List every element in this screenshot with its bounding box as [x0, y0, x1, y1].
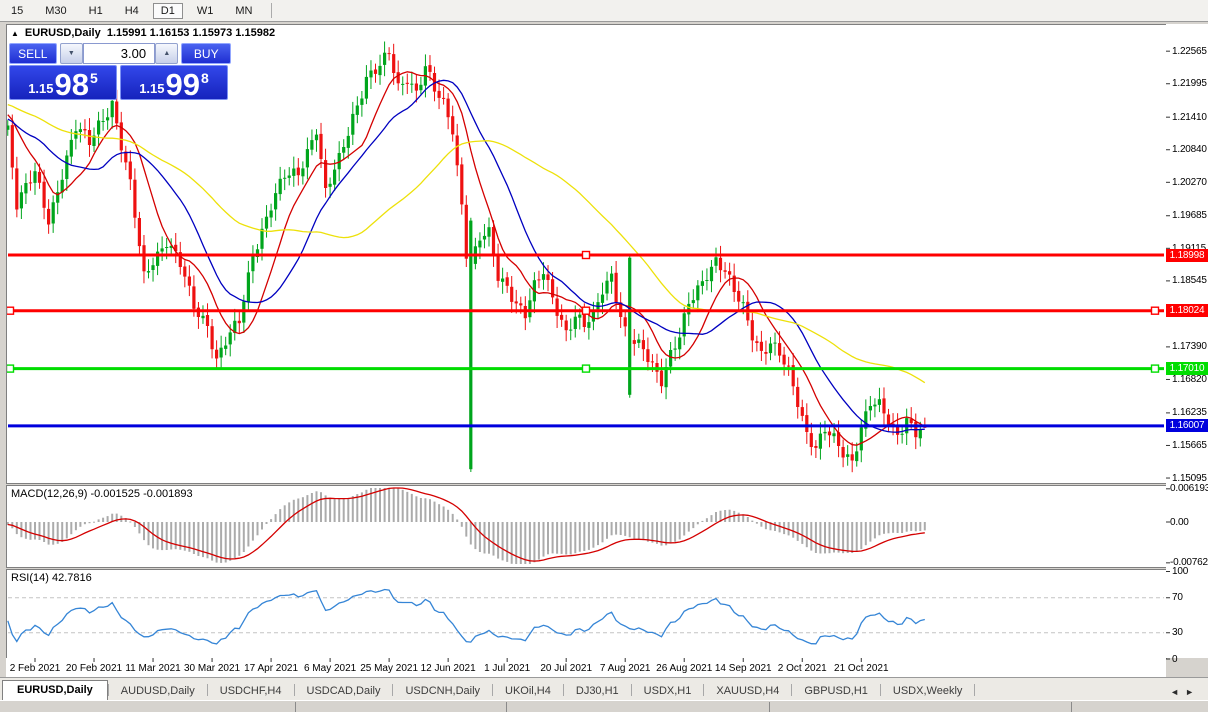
macd-axis-label: 0.006193: [1170, 482, 1208, 495]
chart-tab-usdx[interactable]: USDX,H1: [632, 682, 704, 701]
timeframe-button-h4[interactable]: H4: [117, 3, 147, 19]
chart-tab-xauusd[interactable]: XAUUSD,H4: [704, 682, 791, 701]
date-axis-label: 20 Jul 2021: [540, 663, 592, 674]
date-axis-label: 30 Mar 2021: [184, 663, 240, 674]
date-axis-label: 14 Sep 2021: [715, 663, 772, 674]
tab-scroll-left-icon[interactable]: ◄: [1170, 687, 1185, 697]
price-axis-label: 1.16235: [1172, 406, 1207, 419]
price-axis-label: 1.17390: [1172, 340, 1207, 353]
chart-tab-usdcnh[interactable]: USDCNH,Daily: [393, 682, 492, 701]
timeframe-button-h1[interactable]: H1: [81, 3, 111, 19]
arrow-up-icon: ▲: [163, 50, 170, 57]
rsi-axis-label: 100: [1172, 565, 1188, 578]
chart-tab-dj30[interactable]: DJ30,H1: [564, 682, 631, 701]
price-axis-label: 1.18545: [1172, 274, 1207, 287]
macd-indicator-label: MACD(12,26,9) -0.001525 -0.001893: [11, 488, 193, 500]
sell-button[interactable]: SELL: [9, 43, 57, 64]
chart-tab-usdchf[interactable]: USDCHF,H4: [208, 682, 294, 701]
timeframe-button-mn[interactable]: MN: [227, 3, 260, 19]
tab-separator: [974, 684, 975, 696]
toolbar-separator: [271, 3, 272, 18]
macd-axis-label: 0.00: [1170, 516, 1189, 529]
sell-price-small: 1.15: [28, 81, 53, 96]
chart-tab-usdx[interactable]: USDX,Weekly: [881, 682, 974, 701]
chart-tab-ukoil[interactable]: UKOil,H4: [493, 682, 563, 701]
buy-price-display[interactable]: 1.15998: [120, 65, 228, 100]
date-axis-label: 12 Jun 2021: [421, 663, 476, 674]
sell-price-big: 98: [55, 70, 89, 99]
hline-price-label: 1.17010: [1166, 362, 1208, 375]
terminal-header-strip: [0, 700, 1208, 712]
price-axis-label: 1.19685: [1172, 209, 1207, 222]
date-axis-label: 11 Mar 2021: [125, 663, 180, 674]
rsi-axis-label: 0: [1172, 653, 1177, 666]
date-axis-label: 6 May 2021: [304, 663, 356, 674]
date-axis-label: 21 Oct 2021: [834, 663, 888, 674]
one-click-trade-panel: SELL ▼ 3.00 ▲ BUY 1.15985 1.15998: [9, 43, 231, 100]
chart-tab-gbpusd[interactable]: GBPUSD,H1: [792, 682, 880, 701]
chart-tab-usdcad[interactable]: USDCAD,Daily: [295, 682, 393, 701]
rsi-axis-label: 30: [1172, 626, 1183, 639]
lot-size-input[interactable]: 3.00: [83, 43, 155, 64]
hline-price-label: 1.18998: [1166, 249, 1208, 262]
date-axis-label: 20 Feb 2021: [66, 663, 122, 674]
arrow-down-icon: ▼: [68, 50, 75, 57]
timeframe-toolbar: 15 M30 H1 H4 D1 W1 MN: [0, 0, 1208, 22]
timeframe-button-m30[interactable]: M30: [37, 3, 74, 19]
price-axis-label: 1.22565: [1172, 45, 1207, 58]
tab-scroll-arrows: ◄►: [1170, 687, 1208, 697]
sell-price-display[interactable]: 1.15985: [9, 65, 117, 100]
chart-tab-bar: EURUSD,DailyAUDUSD,DailyUSDCHF,H4USDCAD,…: [0, 677, 1208, 701]
timeframe-button-15[interactable]: 15: [3, 3, 31, 19]
chart-ohlc-values: 1.15991 1.16153 1.15973 1.15982: [107, 27, 275, 39]
date-axis-label: 26 Aug 2021: [656, 663, 712, 674]
buy-price-sup: 8: [201, 70, 209, 86]
timeframe-button-d1[interactable]: D1: [153, 3, 183, 19]
hline-price-label: 1.16007: [1166, 419, 1208, 432]
buy-price-small: 1.15: [139, 81, 164, 96]
lot-decrease-button[interactable]: ▼: [60, 43, 83, 64]
hline-price-label: 1.18024: [1166, 304, 1208, 317]
price-axis-label: 1.15665: [1172, 439, 1207, 452]
date-axis-label: 1 Jul 2021: [484, 663, 530, 674]
tab-scroll-right-icon[interactable]: ►: [1185, 687, 1200, 697]
chart-title: ▲ EURUSD,Daily 1.15991 1.16153 1.15973 1.…: [11, 27, 275, 39]
rsi-indicator-label: RSI(14) 42.7816: [11, 572, 92, 584]
buy-price-big: 99: [166, 70, 200, 99]
sell-price-sup: 5: [90, 70, 98, 86]
lot-increase-button[interactable]: ▲: [155, 43, 178, 64]
date-axis-label: 2 Oct 2021: [778, 663, 827, 674]
date-axis-label: 7 Aug 2021: [600, 663, 651, 674]
price-axis-label: 1.20270: [1172, 176, 1207, 189]
date-axis-label: 2 Feb 2021: [10, 663, 61, 674]
rsi-axis-label: 70: [1172, 591, 1183, 604]
price-axis-label: 1.21410: [1172, 111, 1207, 124]
rsi-pane[interactable]: [6, 569, 1167, 659]
date-axis-label: 25 May 2021: [360, 663, 418, 674]
chart-symbol-period: EURUSD,Daily: [25, 27, 101, 39]
date-axis-label: 17 Apr 2021: [244, 663, 298, 674]
price-axis-label: 1.20840: [1172, 143, 1207, 156]
timeframe-button-w1[interactable]: W1: [189, 3, 222, 19]
buy-button[interactable]: BUY: [181, 43, 231, 64]
chart-collapse-icon[interactable]: ▲: [11, 29, 19, 38]
chart-tab-eurusd[interactable]: EURUSD,Daily: [2, 680, 108, 701]
price-axis-label: 1.21995: [1172, 77, 1207, 90]
chart-tab-audusd[interactable]: AUDUSD,Daily: [109, 682, 207, 701]
